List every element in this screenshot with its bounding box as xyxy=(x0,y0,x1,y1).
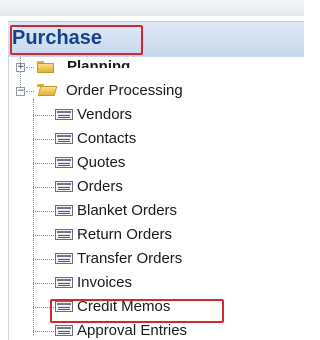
tree-item-approval-entries[interactable]: Approval Entries xyxy=(77,322,187,339)
tree-connector xyxy=(33,211,54,212)
tree-item-blanket-orders[interactable]: Blanket Orders xyxy=(77,202,177,219)
tree-item-orders[interactable]: Orders xyxy=(77,178,123,195)
tree-item-vendors[interactable]: Vendors xyxy=(77,106,132,123)
tree-connector xyxy=(33,115,54,116)
list-page-icon xyxy=(55,325,73,336)
list-page-icon xyxy=(55,157,73,168)
tree-connector xyxy=(33,331,54,332)
tree-item-return-orders[interactable]: Return Orders xyxy=(77,226,172,243)
list-page-icon xyxy=(55,181,73,192)
credit-memos-highlight-box xyxy=(50,299,224,323)
tree-child-line xyxy=(33,99,34,335)
tree-connector xyxy=(33,139,54,140)
tree-connector xyxy=(33,187,54,188)
list-page-icon xyxy=(55,229,73,240)
tree-connector xyxy=(26,91,34,92)
folder-open-icon xyxy=(37,84,58,96)
top-toolbar-strip xyxy=(0,0,304,16)
expand-planning-button[interactable]: + xyxy=(16,63,25,72)
list-page-icon xyxy=(55,277,73,288)
tree-connector xyxy=(33,259,54,260)
list-page-icon xyxy=(55,133,73,144)
title-highlight-box xyxy=(10,25,143,55)
list-page-icon xyxy=(55,205,73,216)
list-page-icon xyxy=(55,253,73,264)
list-page-icon xyxy=(55,109,73,120)
tree-connector xyxy=(33,235,54,236)
tree-connector xyxy=(33,283,54,284)
tree-item-planning[interactable]: Planning xyxy=(67,58,130,68)
folder-icon xyxy=(37,61,54,73)
tree-item-transfer-orders[interactable]: Transfer Orders xyxy=(77,250,182,267)
tree-item-invoices[interactable]: Invoices xyxy=(77,274,132,291)
tree-item-quotes[interactable]: Quotes xyxy=(77,154,125,171)
collapse-order-processing-button[interactable]: − xyxy=(16,87,25,96)
tree-item-order-processing[interactable]: Order Processing xyxy=(66,82,183,99)
tree-connector xyxy=(26,67,34,68)
tree-connector xyxy=(33,163,54,164)
tree-item-contacts[interactable]: Contacts xyxy=(77,130,136,147)
